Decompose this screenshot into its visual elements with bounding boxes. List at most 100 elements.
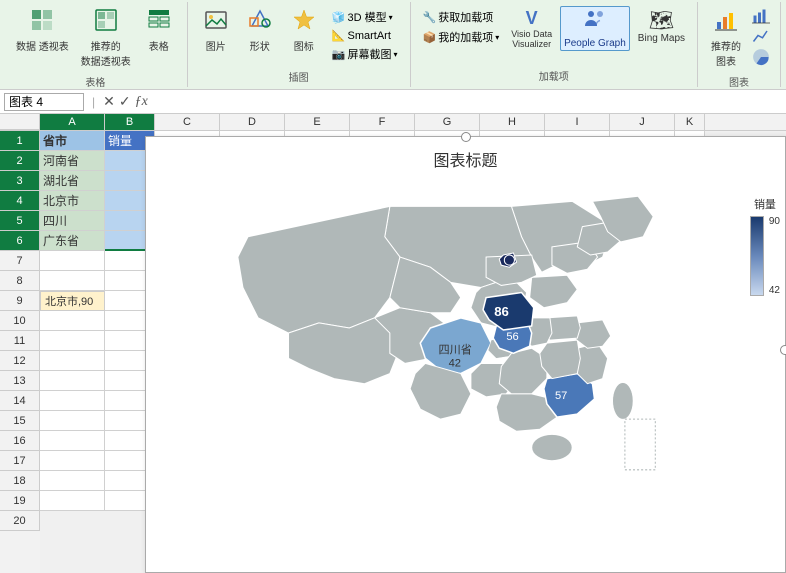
- my-addins-icon: 📦: [423, 31, 437, 44]
- col-header-b[interactable]: B: [105, 114, 155, 130]
- name-box[interactable]: [4, 93, 84, 111]
- col-header-i[interactable]: I: [545, 114, 610, 130]
- chart-drag-handle[interactable]: [461, 132, 471, 142]
- cell-a10[interactable]: [40, 311, 105, 331]
- screenshot-label: 屏幕截图: [347, 46, 391, 62]
- formula-separator: |: [88, 95, 99, 109]
- cancel-formula-icon[interactable]: ✕: [103, 93, 115, 110]
- pivot-table-icon: [30, 8, 54, 38]
- ribbon-group-illustration: 图片 形状 图标 🧊 3D 模型: [188, 2, 411, 87]
- people-graph-button[interactable]: People Graph: [560, 6, 630, 51]
- col-header-h[interactable]: H: [480, 114, 545, 130]
- smartart-label: SmartArt: [347, 30, 390, 42]
- col-header-a[interactable]: A: [40, 114, 105, 130]
- row-header-16[interactable]: 16: [0, 431, 40, 451]
- row-header-12[interactable]: 12: [0, 351, 40, 371]
- shapes-icon: [248, 8, 272, 38]
- row-header-4[interactable]: 4: [0, 191, 40, 211]
- recommended-charts-label: 推荐的图表: [711, 38, 741, 68]
- col-header-j[interactable]: J: [610, 114, 675, 130]
- row-header-6[interactable]: 6: [0, 231, 40, 251]
- ribbon: 数据 透视表 推荐的数据透视表 表格 表格: [0, 0, 786, 90]
- addins-group-label: 加载项: [539, 64, 569, 83]
- people-graph-label: People Graph: [564, 38, 626, 49]
- spreadsheet-body: 1 2 3 4 5 6 7 8 9 10 11 12 13 14 15 16 1…: [0, 131, 786, 573]
- get-addins-button[interactable]: 🔧 获取加载项: [421, 8, 502, 26]
- recommended-pivot-button[interactable]: 推荐的数据透视表: [77, 6, 135, 70]
- 3d-model-button[interactable]: 🧊 3D 模型 ▾: [330, 8, 400, 26]
- legend-labels: 90 42: [769, 216, 780, 296]
- shapes-button[interactable]: 形状: [240, 6, 280, 55]
- recommended-charts-button[interactable]: 推荐的图表: [706, 6, 746, 70]
- cell-a3[interactable]: 湖北省: [40, 171, 105, 191]
- chart-title: 图表标题: [146, 137, 785, 176]
- svg-text:42: 42: [449, 357, 461, 369]
- row-header-7[interactable]: 7: [0, 251, 40, 271]
- row-header-5[interactable]: 5: [0, 211, 40, 231]
- row-header-20[interactable]: 20: [0, 511, 40, 531]
- screenshot-button[interactable]: 📷 屏幕截图 ▾: [330, 45, 400, 63]
- icons-button[interactable]: 图标: [284, 6, 324, 55]
- my-addins-dropdown-icon: ▾: [495, 33, 499, 42]
- row-header-14[interactable]: 14: [0, 391, 40, 411]
- col-header-f[interactable]: F: [350, 114, 415, 130]
- cell-a9[interactable]: 北京市,90: [40, 291, 105, 311]
- svg-text:86: 86: [494, 304, 509, 319]
- pivot-table-button[interactable]: 数据 透视表: [12, 6, 73, 55]
- formula-input[interactable]: [152, 95, 782, 109]
- china-map-svg: 四川省 42: [156, 176, 725, 561]
- cell-a6[interactable]: 广东省: [40, 231, 105, 251]
- col-header-g[interactable]: G: [415, 114, 480, 130]
- row-header-3[interactable]: 3: [0, 171, 40, 191]
- illustration-group-label: 插图: [289, 65, 309, 84]
- line-chart-icon[interactable]: [752, 28, 770, 46]
- row-header-11[interactable]: 11: [0, 331, 40, 351]
- ribbon-group-addins: 🔧 获取加载项 📦 我的加载项 ▾ V Visio DataVisualizer: [411, 2, 699, 87]
- formula-bar: | ✕ ✓ ƒx: [0, 90, 786, 114]
- column-headers: A B C D E F G H I J K: [0, 114, 786, 131]
- people-graph-icon: [583, 8, 607, 38]
- row-headers: 1 2 3 4 5 6 7 8 9 10 11 12 13 14 15 16 1…: [0, 131, 40, 573]
- cell-a11[interactable]: [40, 331, 105, 351]
- cell-a7[interactable]: [40, 251, 105, 271]
- pie-chart-icon[interactable]: [752, 48, 770, 66]
- table-button[interactable]: 表格: [139, 6, 179, 55]
- bar-chart-icon[interactable]: [752, 8, 770, 26]
- svg-text:57: 57: [555, 390, 567, 402]
- chart-area[interactable]: 图表标题: [145, 136, 786, 573]
- cells-area: 省市 销量 河南省: [40, 131, 786, 573]
- cell-a2[interactable]: 河南省: [40, 151, 105, 171]
- picture-button[interactable]: 图片: [196, 6, 236, 55]
- cell-a8[interactable]: [40, 271, 105, 291]
- smartart-button[interactable]: 📐 SmartArt: [330, 28, 400, 43]
- picture-label: 图片: [206, 38, 226, 53]
- my-addins-button[interactable]: 📦 我的加载项 ▾: [421, 28, 502, 46]
- col-header-k[interactable]: K: [675, 114, 705, 130]
- legend-gradient: [750, 216, 764, 296]
- row-header-18[interactable]: 18: [0, 471, 40, 491]
- row-header-2[interactable]: 2: [0, 151, 40, 171]
- row-header-19[interactable]: 19: [0, 491, 40, 511]
- select-all-button[interactable]: [0, 114, 40, 130]
- cell-a4[interactable]: 北京市: [40, 191, 105, 211]
- row-header-1[interactable]: 1: [0, 131, 40, 151]
- bing-maps-button[interactable]: 🗺 Bing Maps: [634, 6, 689, 46]
- visio-button[interactable]: V Visio DataVisualizer: [507, 6, 556, 51]
- confirm-formula-icon[interactable]: ✓: [119, 93, 131, 110]
- pivot-table-label: 数据 透视表: [16, 38, 69, 53]
- col-header-d[interactable]: D: [220, 114, 285, 130]
- function-icon[interactable]: ƒx: [135, 94, 148, 110]
- cell-a1[interactable]: 省市: [40, 131, 105, 151]
- row-header-15[interactable]: 15: [0, 411, 40, 431]
- row-header-10[interactable]: 10: [0, 311, 40, 331]
- row-header-13[interactable]: 13: [0, 371, 40, 391]
- ribbon-group-charts: 推荐的图表: [698, 2, 781, 87]
- cell-a5[interactable]: 四川: [40, 211, 105, 231]
- col-header-c[interactable]: C: [155, 114, 220, 130]
- recommended-pivot-icon: [94, 8, 118, 38]
- col-header-e[interactable]: E: [285, 114, 350, 130]
- row-header-8[interactable]: 8: [0, 271, 40, 291]
- row-header-9[interactable]: 9: [0, 291, 40, 311]
- screenshot-dropdown-icon: ▾: [393, 50, 397, 59]
- row-header-17[interactable]: 17: [0, 451, 40, 471]
